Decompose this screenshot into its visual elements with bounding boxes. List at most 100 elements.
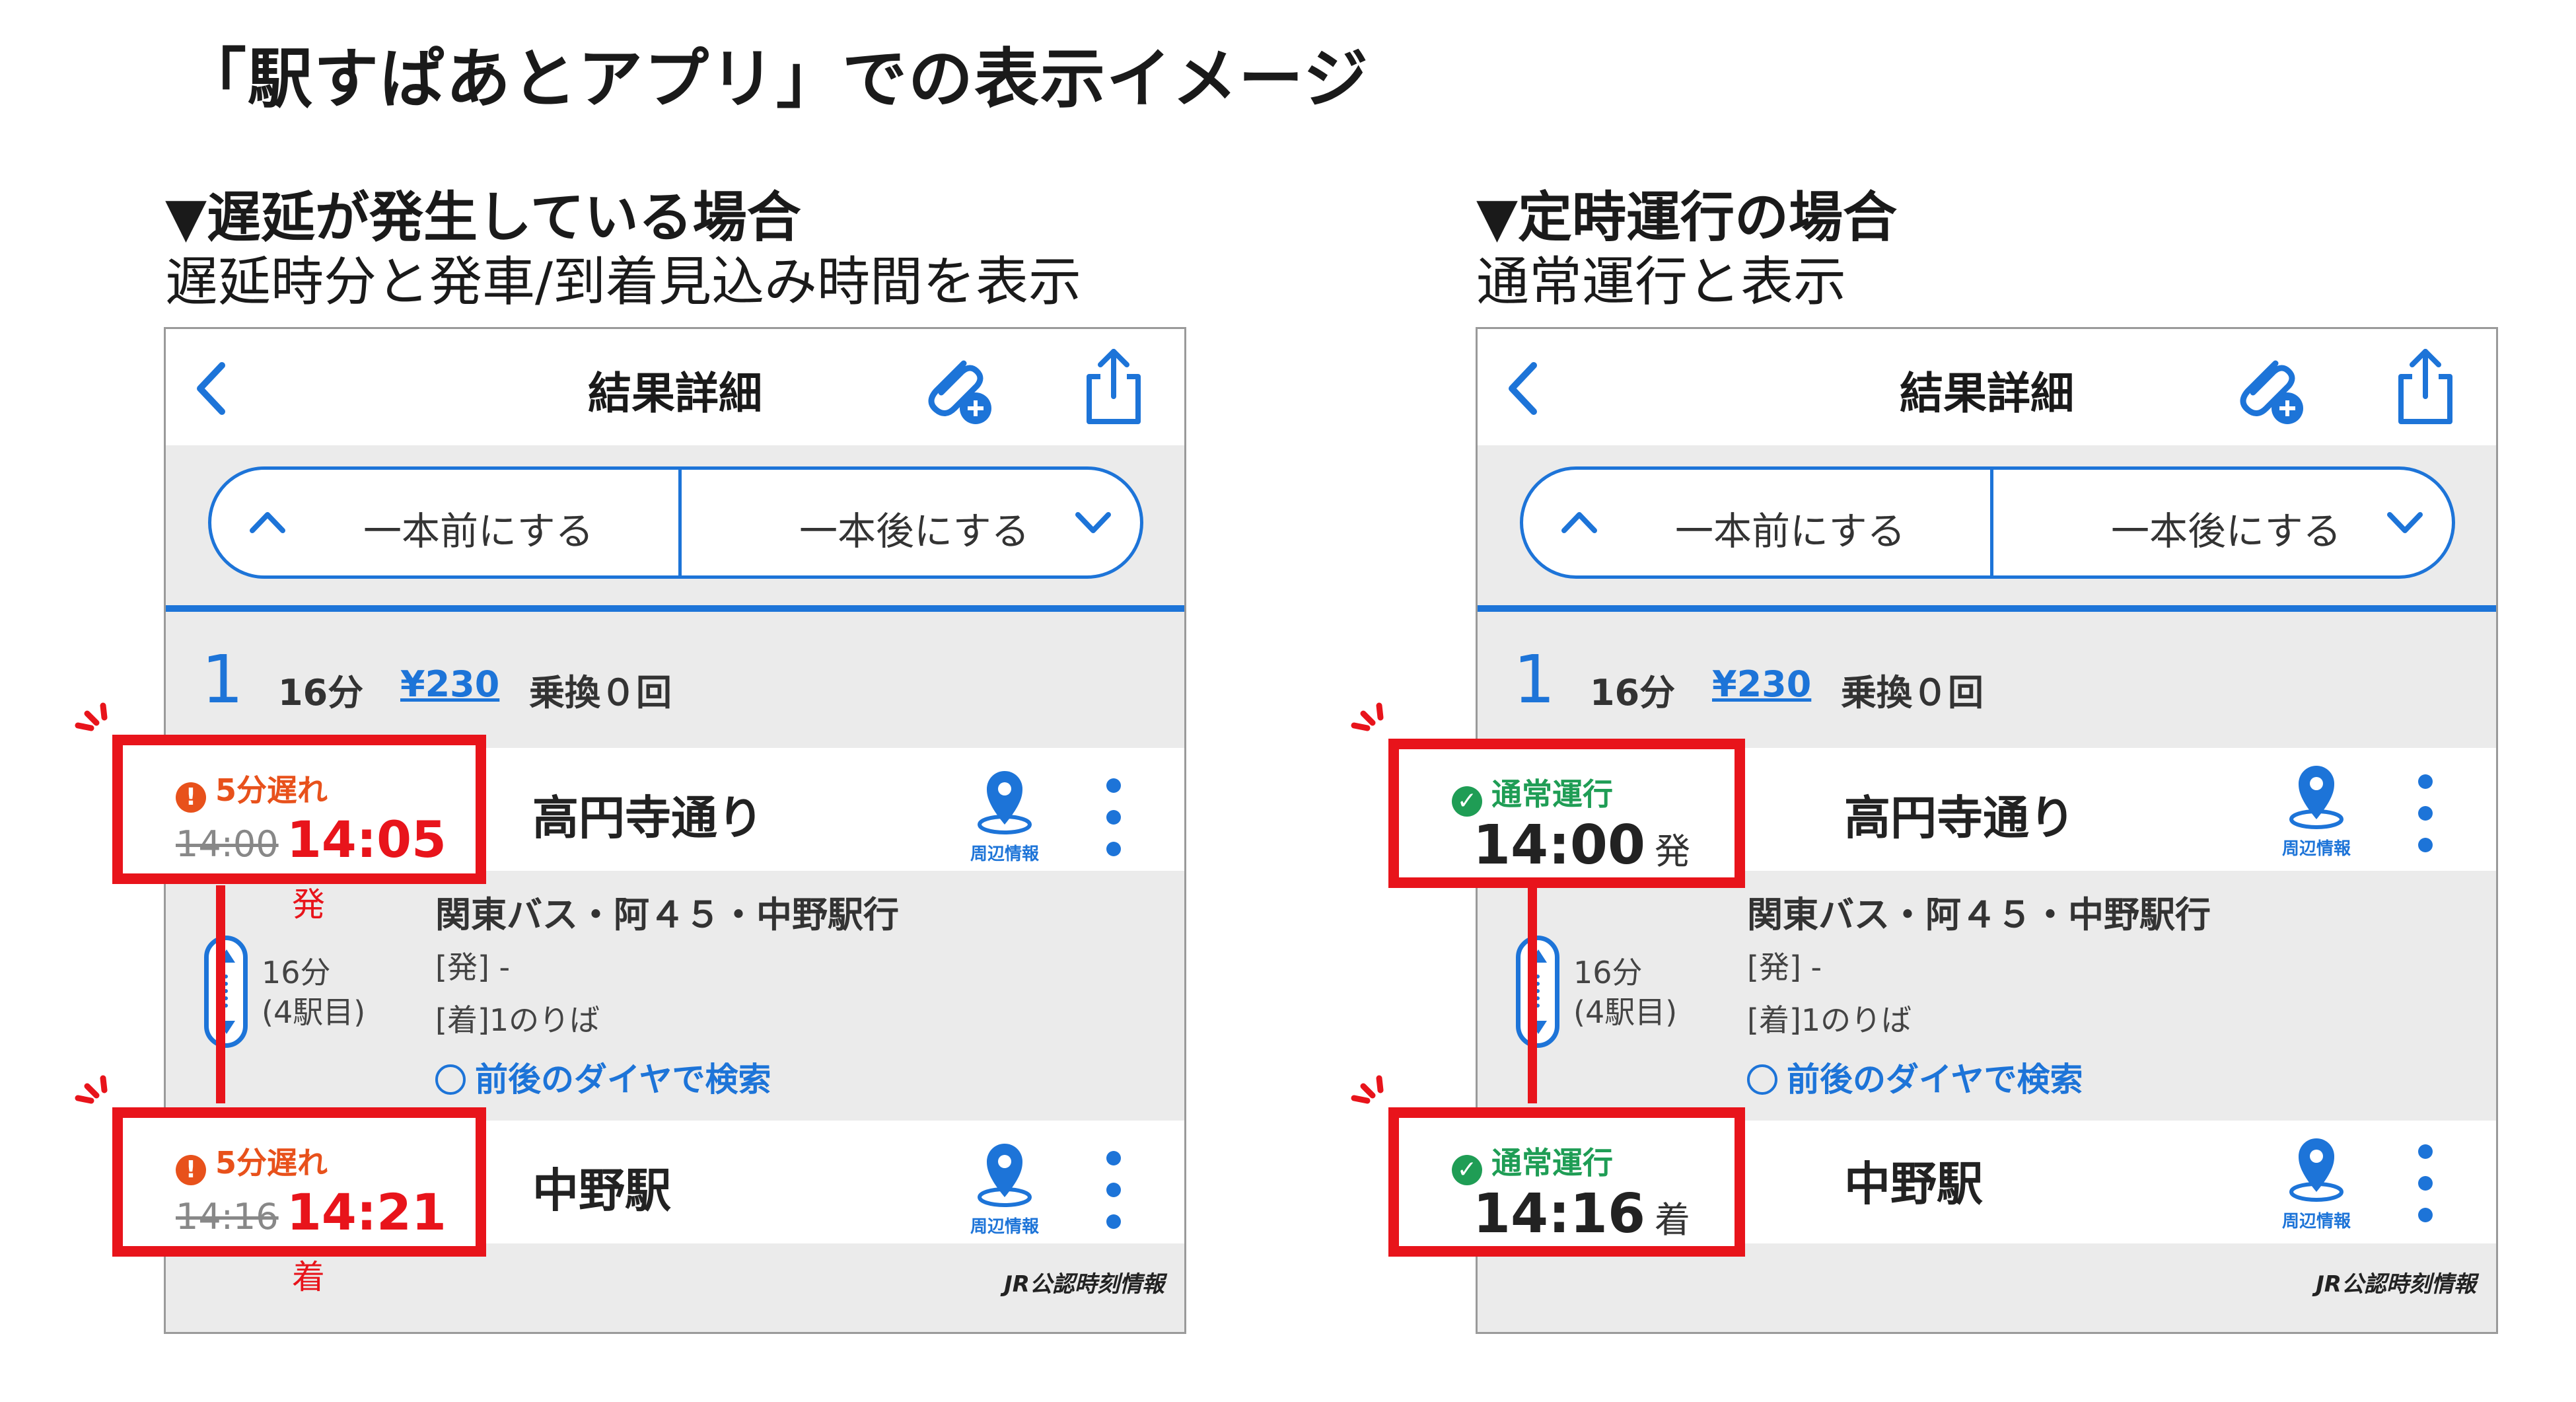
arrival-suffix: 着 [1655, 1199, 1691, 1241]
segment-divider [1990, 470, 1993, 575]
timetable-search-link[interactable]: 前後のダイヤで検索 [435, 1053, 771, 1101]
attach-add-icon[interactable] [912, 345, 998, 431]
ride-stops: (4駅目) [262, 994, 366, 1030]
expected-departure-time: 14:05 発 [287, 810, 476, 928]
divider [1478, 605, 2496, 612]
expected-arrival-value: 14:21 [287, 1183, 447, 1241]
arrival-status-text: 5分遅れ [215, 1145, 328, 1181]
prev-train-button[interactable]: 一本前にする [363, 500, 594, 556]
line-name: 関東バス・阿４５・中野駅行 [435, 894, 899, 936]
expected-arrival-time: 14:21 着 [287, 1183, 476, 1300]
route-fare-link[interactable]: ¥230 [400, 663, 499, 705]
area-info-label: 周辺情報 [970, 844, 1039, 864]
departure-platform: [発] - [435, 949, 511, 985]
check-icon: ✓ [1452, 786, 1482, 817]
arrival-status-text: 通常運行 [1491, 1145, 1613, 1181]
area-info-button[interactable]: 周辺情報 [2280, 756, 2353, 862]
warning-icon: ! [176, 782, 206, 813]
next-train-button[interactable]: 一本後にする [2111, 500, 2342, 556]
area-info-button[interactable]: 周辺情報 [968, 761, 1041, 867]
timetable-search-label: 前後のダイヤで検索 [475, 1060, 771, 1099]
route-summary: 1 16分 ¥230 乗換０回 [166, 612, 1184, 748]
chevron-up-icon [1561, 512, 1597, 533]
departure-suffix: 発 [1655, 830, 1691, 872]
attention-mark-icon [75, 702, 108, 731]
route-transfers: 乗換０回 [1841, 672, 1984, 714]
arrival-time-value: 14:16 [1473, 1183, 1646, 1245]
ride-stops: (4駅目) [1573, 994, 1678, 1030]
departure-time: 14:00 発 [1473, 814, 1690, 877]
attach-add-icon[interactable] [2224, 345, 2310, 431]
delay-section-subheading: 遅延時分と発車/到着見込み時間を表示 [165, 251, 1081, 313]
route-index: 1 [1513, 641, 1556, 718]
chevron-up-icon [250, 512, 285, 533]
route-fare-link[interactable]: ¥230 [1712, 663, 1811, 705]
departure-status-text: 通常運行 [1491, 776, 1613, 812]
route-transfers: 乗換０回 [529, 672, 672, 714]
scheduled-departure-time: 14:00 [176, 823, 279, 865]
departure-time-value: 14:00 [1473, 814, 1646, 877]
departure-status-text: 5分遅れ [215, 772, 328, 808]
timetable-search-label: 前後のダイヤで検索 [1787, 1060, 2083, 1099]
more-vertical-icon[interactable] [2415, 1144, 2435, 1224]
departure-station: 高円寺通り [1844, 791, 2075, 845]
more-vertical-icon[interactable] [1104, 1151, 1124, 1230]
arrival-suffix: 着 [292, 1258, 325, 1296]
warning-icon: ! [176, 1155, 206, 1185]
arrival-station: 中野駅 [532, 1163, 671, 1218]
map-pin-icon [2289, 766, 2343, 829]
share-icon[interactable] [1077, 344, 1150, 429]
arrival-platform: [着]1のりば [435, 1002, 600, 1038]
attention-mark-icon [75, 1075, 108, 1104]
timetable-search-link[interactable]: 前後のダイヤで検索 [1747, 1053, 2083, 1101]
map-pin-icon [978, 1144, 1032, 1207]
check-icon: ✓ [1452, 1155, 1482, 1185]
normal-section-subheading: 通常運行と表示 [1476, 251, 1846, 313]
route-index: 1 [201, 641, 244, 718]
arrival-normal-highlight: ✓ 通常運行 14:16 着 [1388, 1107, 1745, 1257]
area-info-label: 周辺情報 [2281, 1212, 2351, 1232]
clock-icon [1747, 1064, 1777, 1095]
area-info-button[interactable]: 周辺情報 [968, 1134, 1041, 1239]
divider [166, 605, 1184, 612]
expected-departure-value: 14:05 [287, 810, 447, 869]
departure-normal-highlight: ✓ 通常運行 14:00 発 [1388, 739, 1745, 888]
more-vertical-icon[interactable] [2415, 774, 2435, 854]
arrival-station: 中野駅 [1844, 1157, 1983, 1211]
prev-next-segment: 一本前にする 一本後にする [1520, 466, 2455, 579]
attention-mark-icon [1351, 1075, 1384, 1104]
attention-mark-icon [1351, 702, 1384, 731]
segment-divider [678, 470, 682, 575]
arrival-platform: [着]1のりば [1747, 1002, 1912, 1038]
nav-header: 結果詳細 [1478, 329, 2496, 445]
area-info-button[interactable]: 周辺情報 [2280, 1128, 2353, 1234]
map-pin-icon [2289, 1138, 2343, 1202]
ride-duration: 16分 [262, 955, 331, 990]
expand-stops-button[interactable] [1516, 936, 1559, 1048]
arrival-delay-highlight: ! 5分遅れ 14:16 14:21 着 [112, 1107, 486, 1296]
departure-delay-highlight: ! 5分遅れ 14:00 14:05 発 [112, 735, 486, 924]
route-connector-line [1528, 885, 1537, 1103]
arrival-status: ! 5分遅れ [176, 1139, 328, 1185]
arrival-time: 14:16 着 [1473, 1183, 1690, 1245]
area-info-label: 周辺情報 [2281, 839, 2351, 859]
chevron-down-icon [2387, 512, 2423, 533]
route-connector-line [216, 885, 225, 1103]
expand-stops-button[interactable] [204, 936, 248, 1048]
chevron-down-icon [1075, 512, 1111, 533]
share-icon[interactable] [2389, 344, 2462, 429]
prev-train-button[interactable]: 一本前にする [1675, 500, 1906, 556]
scheduled-arrival-time: 14:16 [176, 1196, 279, 1237]
jr-brand-label: JR公認時刻情報 [1004, 1271, 1164, 1298]
prev-next-segment: 一本前にする 一本後にする [208, 466, 1143, 579]
area-info-label: 周辺情報 [970, 1217, 1039, 1237]
page-title: 「駅すぱあとアプリ」での表示イメージ [182, 42, 1370, 117]
screen-title: 結果詳細 [1900, 368, 2074, 419]
jr-brand-label: JR公認時刻情報 [2316, 1271, 2476, 1298]
route-summary: 1 16分 ¥230 乗換０回 [1478, 612, 2496, 748]
more-vertical-icon[interactable] [1104, 778, 1124, 858]
route-duration: 16分 [278, 672, 364, 714]
line-name: 関東バス・阿４５・中野駅行 [1747, 894, 2211, 936]
next-train-button[interactable]: 一本後にする [799, 500, 1030, 556]
clock-icon [435, 1064, 466, 1095]
